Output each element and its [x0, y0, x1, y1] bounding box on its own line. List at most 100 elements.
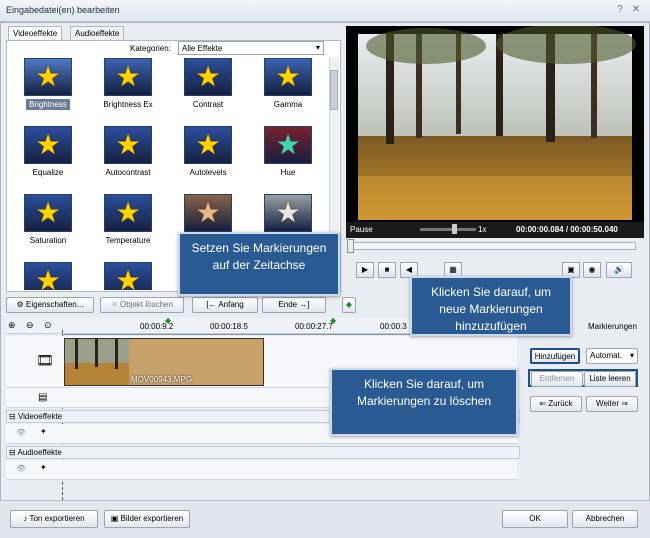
player-time: 00:00:00.084 / 00:00:50.040 — [516, 225, 618, 234]
properties-label: Eigenschaften... — [26, 300, 84, 309]
play-button[interactable]: ▶ — [356, 262, 374, 278]
zoom-out-icon[interactable]: ⊖ — [26, 320, 34, 331]
star-icon: ★ — [35, 265, 61, 291]
start-label: Anfang — [218, 300, 244, 309]
next-button[interactable]: Weiter ⇒ — [586, 396, 638, 412]
eye-icon[interactable]: 👁 — [16, 464, 26, 473]
delete-object-label: Objekt löschen — [120, 300, 173, 309]
export-images-label: Bilder exportieren — [120, 514, 184, 523]
star-icon: ★ — [115, 129, 141, 160]
clip-thumbnail — [65, 339, 129, 385]
effect-thumbnail[interactable]: ★ — [264, 58, 312, 96]
marker-icon[interactable]: ◆ — [165, 316, 171, 325]
categories-select[interactable]: Alle Effekte ▾ — [178, 41, 324, 55]
clear-list-button[interactable]: Liste leeren — [584, 371, 636, 387]
effect-label: Hue — [280, 168, 296, 177]
effect-thumbnail[interactable]: ★ — [264, 194, 312, 232]
effect-thumbnail[interactable]: ★ — [184, 58, 232, 96]
volume-button[interactable]: 🔊 — [606, 262, 632, 278]
audio-icon: ♪ — [23, 514, 28, 523]
effect-thumbnail[interactable]: ★ — [104, 262, 152, 290]
zoom-fit-icon[interactable]: ⊙ — [44, 320, 52, 331]
star-icon: ★ — [275, 129, 301, 160]
effect-thumbnail[interactable]: ★ — [104, 126, 152, 164]
effect-thumbnail[interactable]: ★ — [264, 126, 312, 164]
ruler-tick: 00:00:18.5 — [210, 322, 248, 331]
markers-header: Markierungen — [588, 322, 637, 331]
categories-label: Kategorien: — [130, 44, 171, 53]
volume-thumb[interactable] — [452, 224, 457, 234]
export-images-button[interactable]: ▣ Bilder exportieren — [104, 510, 190, 528]
collapse-icon: ⊟ — [9, 412, 16, 421]
effect-thumbnail[interactable]: ★ — [184, 126, 232, 164]
chevron-down-icon: ▾ — [315, 43, 320, 52]
ok-button[interactable]: OK — [502, 510, 568, 528]
eye-icon[interactable]: 👁 — [16, 428, 26, 437]
back-label: Zurück — [548, 399, 573, 408]
effect-icon: ✦ — [40, 463, 47, 472]
tab-videoeffekte[interactable]: Videoeffekte — [8, 26, 63, 40]
close-icon: ✕ — [111, 300, 118, 309]
star-icon: ★ — [115, 197, 141, 228]
star-icon: ★ — [195, 61, 221, 92]
star-icon: ★ — [115, 61, 141, 92]
cancel-button[interactable]: Abbrechen — [572, 510, 638, 528]
camera-icon[interactable]: ◉ — [583, 262, 601, 278]
star-icon: ★ — [275, 197, 301, 228]
marker-icon[interactable]: ◆ — [330, 316, 336, 325]
marker-mode-select[interactable]: Automat. ▾ — [586, 348, 638, 364]
close-button[interactable]: ✕ — [630, 4, 642, 16]
effect-label: Brightness — [8, 99, 88, 110]
audio-effects-section[interactable]: ⊟ Audioeffekte — [6, 446, 520, 459]
audio-icon: ▤ — [38, 392, 48, 403]
end-label: Ende — [278, 300, 298, 309]
collapse-icon: ⊟ — [9, 448, 16, 457]
seek-bar[interactable] — [348, 242, 636, 250]
effect-thumbnail[interactable]: ★ — [184, 194, 232, 232]
back-button[interactable]: ⇐ Zurück — [530, 396, 582, 412]
bracket-right-icon: →] — [299, 300, 310, 309]
seek-thumb[interactable] — [347, 239, 354, 253]
effect-label: Equalize — [32, 168, 64, 177]
effect-thumbnail[interactable]: ★ — [104, 194, 152, 232]
gear-icon: ⚙ — [16, 300, 24, 309]
export-audio-button[interactable]: ♪ Ton exportieren — [10, 510, 98, 528]
ruler-tick: 00:00:27.7 — [295, 322, 333, 331]
delete-object-button[interactable]: ✕ Objekt löschen — [100, 297, 184, 313]
video-effects-label: Videoeffekte — [17, 412, 63, 421]
tab-audioeffekte[interactable]: Audioeffekte — [70, 26, 125, 40]
effect-thumbnail[interactable]: ★ — [24, 194, 72, 232]
zoom-in-icon[interactable]: ⊕ — [8, 320, 16, 331]
start-marker-button[interactable]: [← Anfang — [192, 297, 258, 313]
marker-mode-value: Automat. — [590, 351, 623, 360]
next-label: Weiter — [596, 399, 620, 408]
remove-marker-button[interactable]: Entfernen — [531, 371, 583, 387]
effect-thumbnail[interactable]: ★ — [104, 58, 152, 96]
add-marker-icon[interactable]: ◆ — [342, 297, 356, 313]
title-bar: Eingabedatei(en) bearbeiten ? ✕ — [0, 0, 650, 22]
star-icon: ★ — [195, 197, 221, 228]
categories-value: Alle Effekte — [182, 44, 223, 53]
effect-thumbnail[interactable]: ★ — [24, 58, 72, 96]
video-clip[interactable]: MOV00943.MPG — [64, 338, 264, 386]
video-preview — [346, 26, 644, 222]
arrow-right-icon: ⇒ — [621, 399, 628, 408]
film-icon: 🎞 — [36, 352, 54, 368]
effects-scroll-thumb[interactable] — [330, 70, 338, 110]
effect-label: Temperature — [105, 236, 151, 245]
clip-name: MOV00943.MPG — [131, 375, 192, 384]
stop-button[interactable]: ■ — [378, 262, 396, 278]
add-marker-button[interactable]: Hinzufügen — [530, 348, 580, 364]
properties-button[interactable]: ⚙ Eigenschaften... — [6, 297, 94, 313]
effect-label: Autolevels — [189, 168, 227, 177]
ruler-tick: 00:00:3 — [380, 322, 407, 331]
end-marker-button[interactable]: Ende →] — [262, 297, 326, 313]
player-status: Pause — [350, 225, 373, 234]
window-title: Eingabedatei(en) bearbeiten — [6, 5, 120, 15]
chevron-down-icon: ▾ — [629, 351, 634, 360]
audio-effects-label: Audioeffekte — [17, 448, 62, 457]
help-button[interactable]: ? — [614, 4, 626, 16]
effect-thumbnail[interactable]: ★ — [24, 262, 72, 290]
volume-track[interactable] — [420, 228, 476, 231]
effect-thumbnail[interactable]: ★ — [24, 126, 72, 164]
